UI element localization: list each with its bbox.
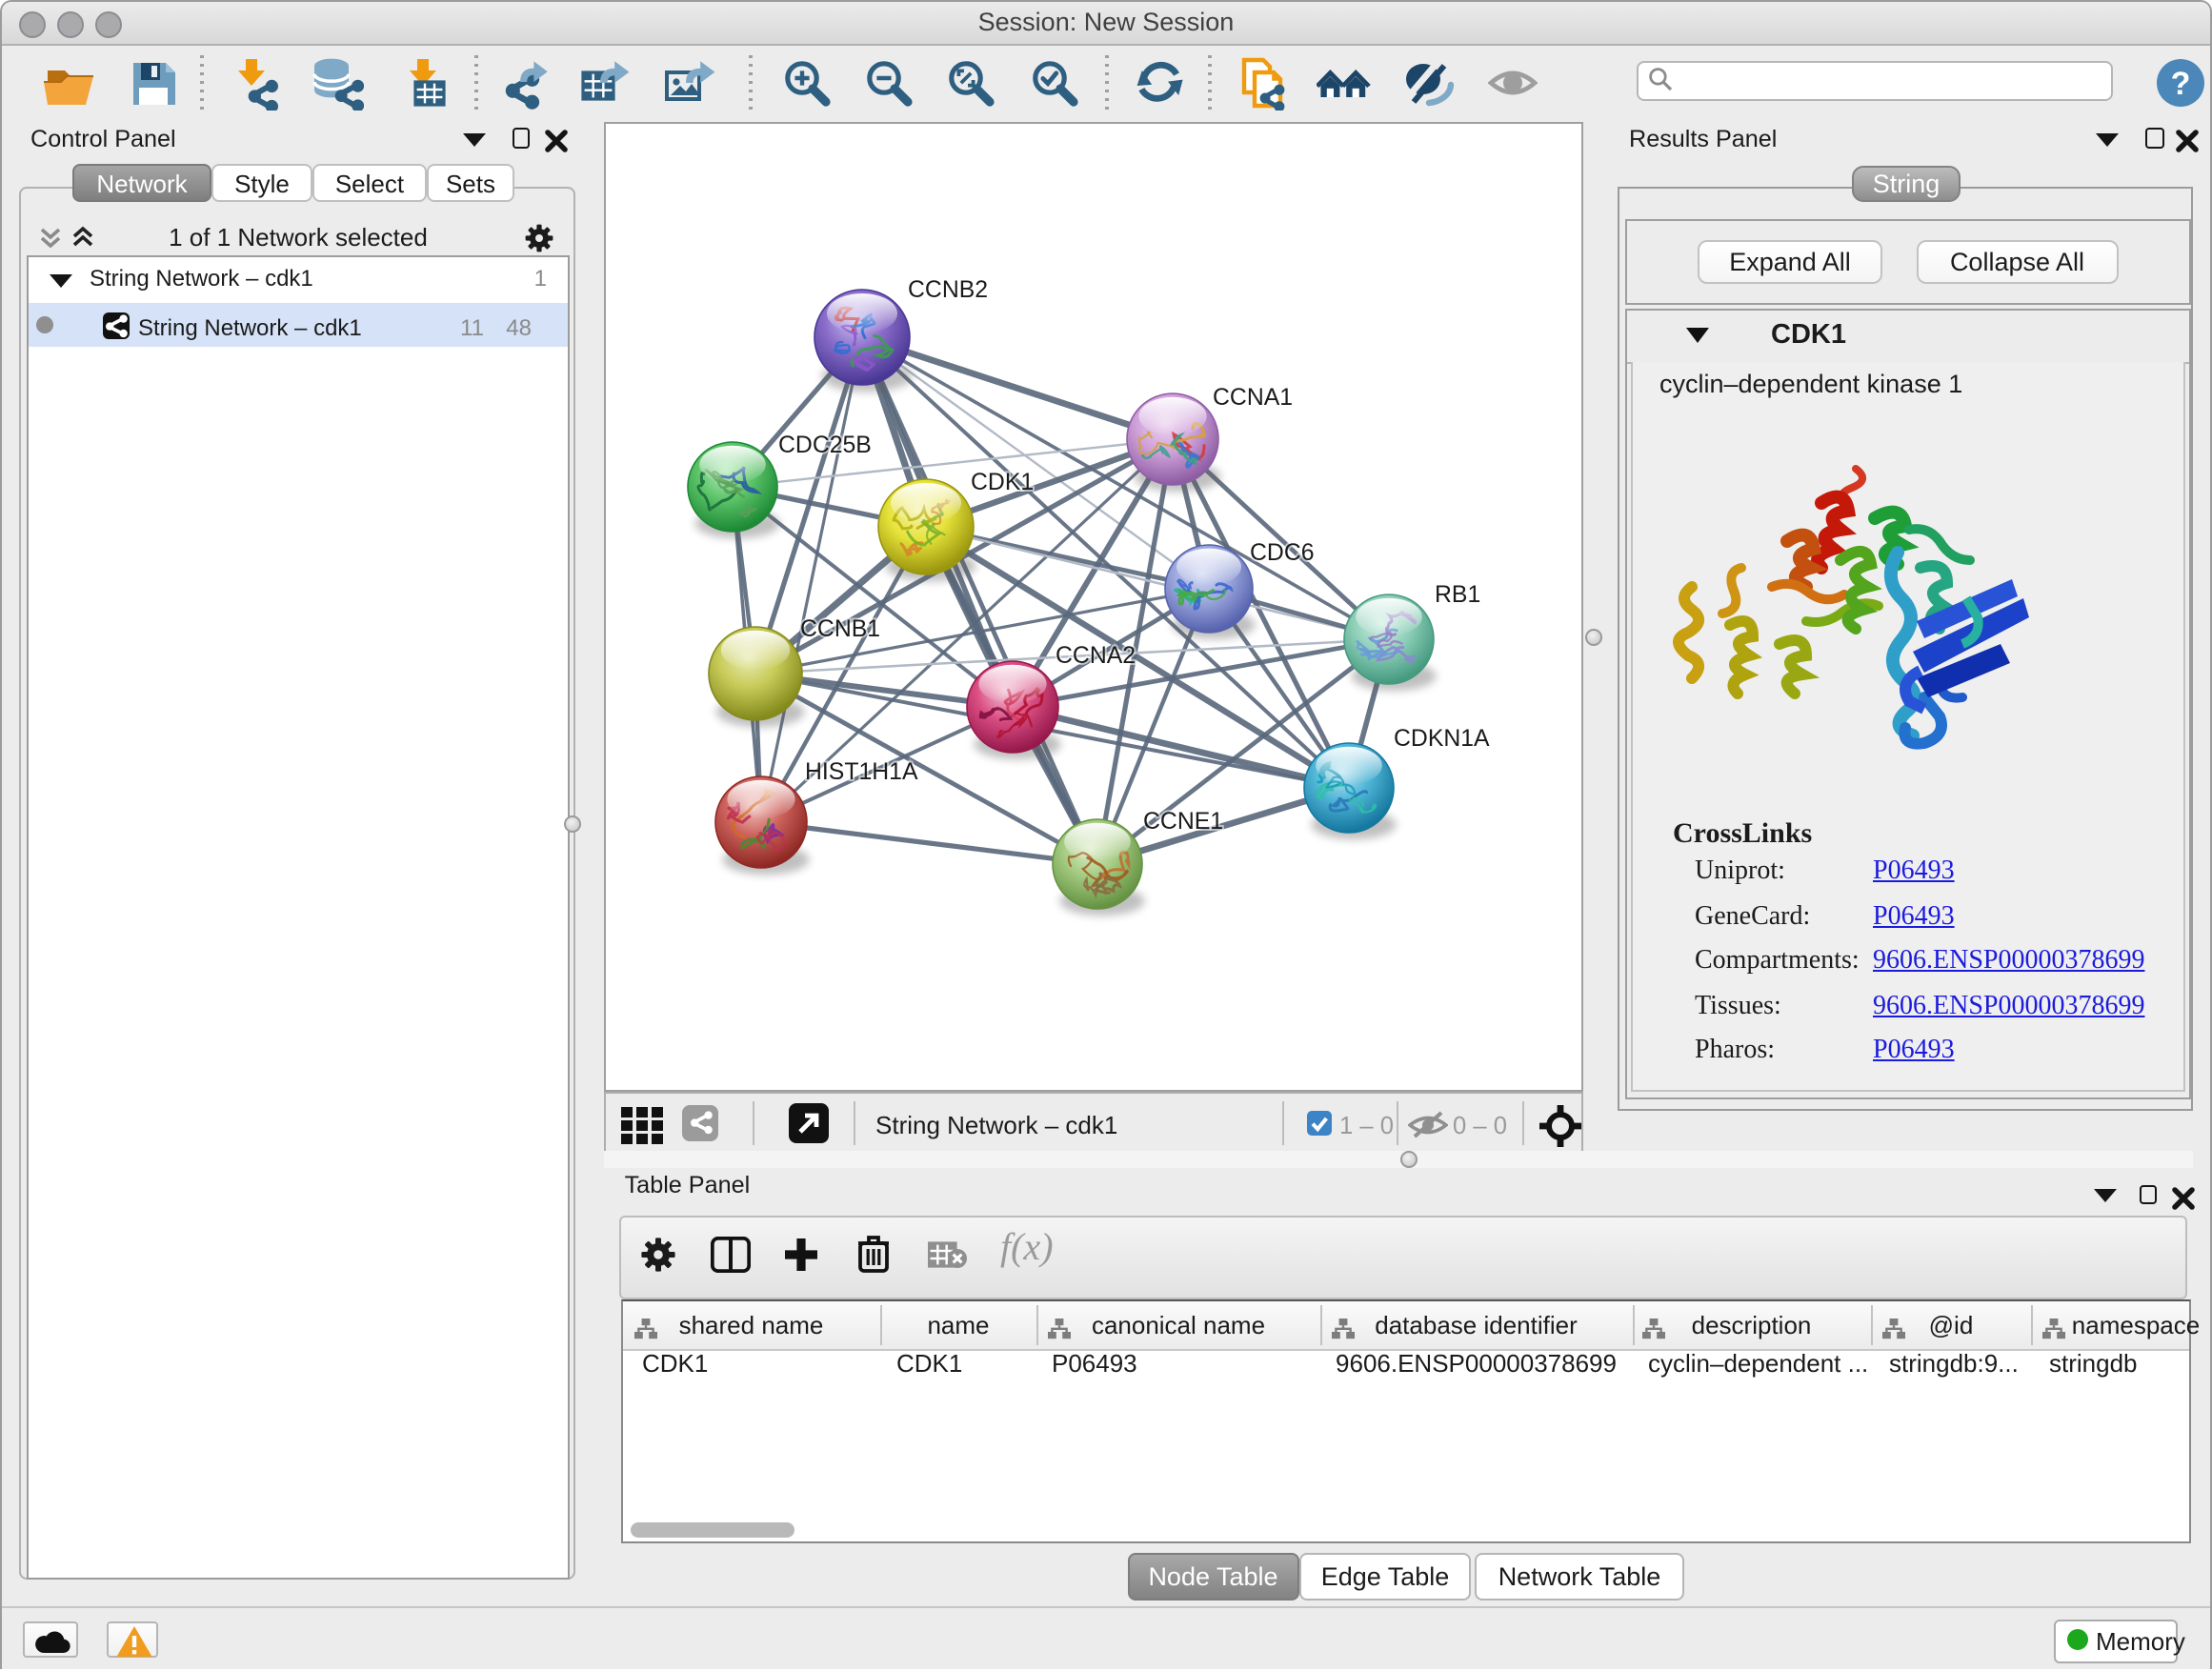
- svg-text:CDC25B: CDC25B: [778, 433, 872, 458]
- svg-text:CCNE1: CCNE1: [1143, 809, 1223, 835]
- svg-text:CDC6: CDC6: [1250, 540, 1315, 566]
- svg-text:CCNB1: CCNB1: [800, 616, 880, 642]
- svg-text:CDK1: CDK1: [971, 470, 1034, 495]
- svg-text:HIST1H1A: HIST1H1A: [805, 759, 918, 785]
- svg-text:CCNA2: CCNA2: [1056, 643, 1136, 669]
- svg-text:?: ?: [2171, 66, 2191, 102]
- svg-text:CCNA1: CCNA1: [1213, 385, 1293, 411]
- svg-text:RB1: RB1: [1435, 582, 1480, 608]
- svg-text:CCNB2: CCNB2: [908, 277, 988, 303]
- svg-text:CDKN1A: CDKN1A: [1394, 726, 1490, 752]
